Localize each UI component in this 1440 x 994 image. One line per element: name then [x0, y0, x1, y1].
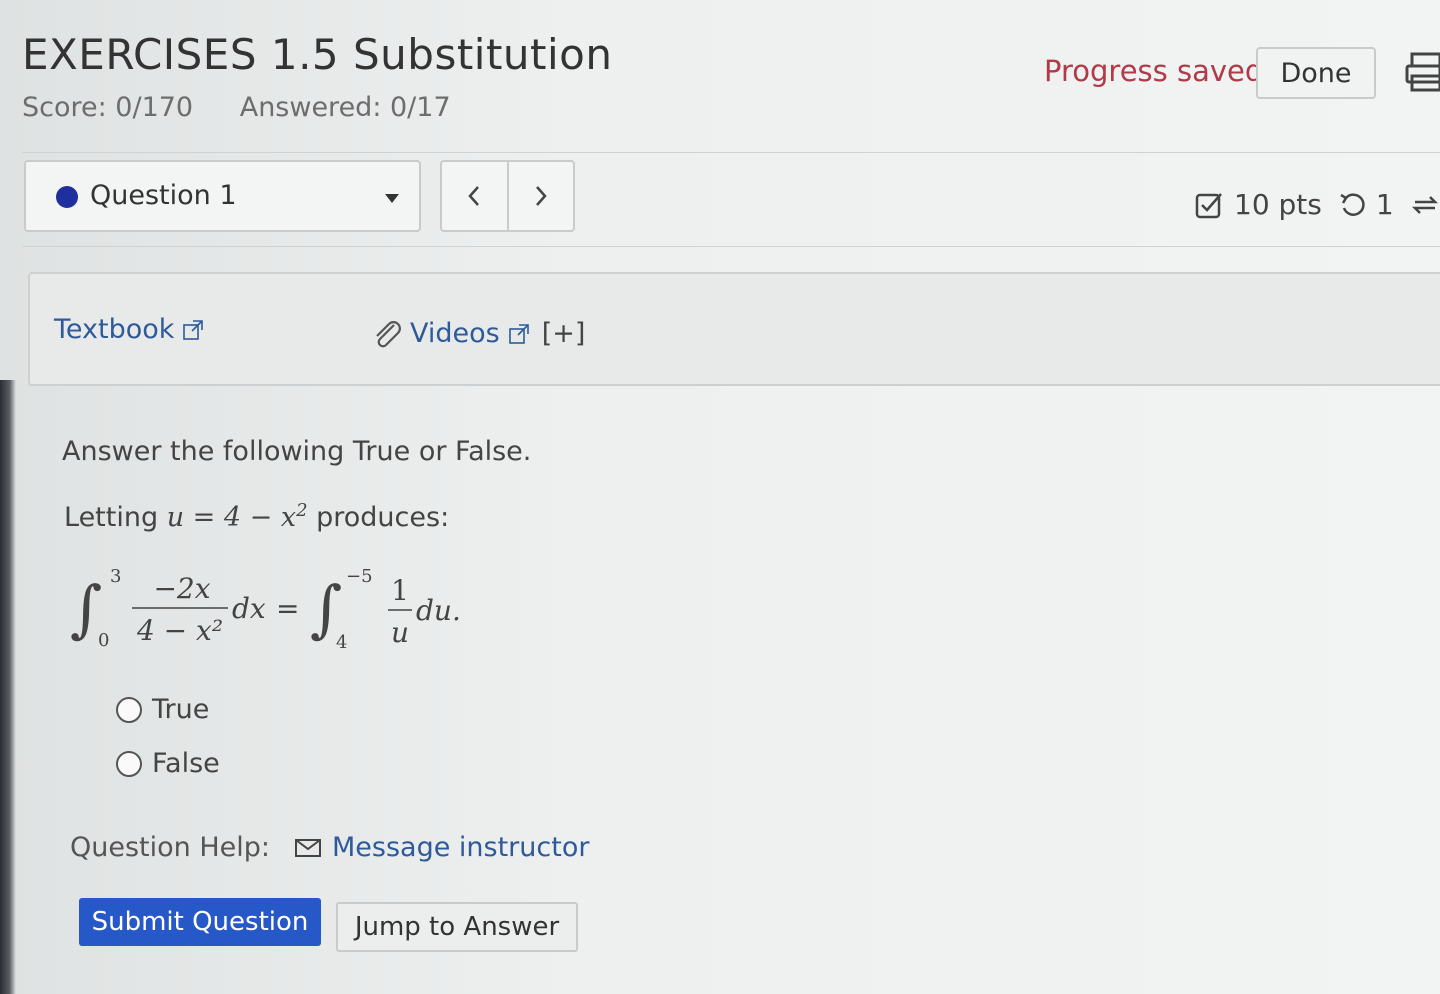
option-false[interactable]: False: [116, 748, 220, 779]
rhs-numerator: 1: [391, 574, 409, 607]
screen-edge-shadow: [0, 380, 16, 994]
score-line: Score: 0/170 Answered: 0/17: [22, 92, 489, 123]
rhs-differential: du.: [416, 594, 461, 627]
lhs-lower-limit: 0: [98, 630, 109, 651]
jump-to-answer-button[interactable]: Jump to Answer: [336, 902, 578, 952]
question-pager: [440, 160, 575, 232]
expand-videos-toggle[interactable]: [+]: [542, 318, 586, 349]
question-select-label: Question 1: [90, 180, 237, 211]
videos-label: Videos: [410, 318, 500, 349]
lhs-numerator: −2x: [153, 572, 210, 605]
integral-equation: ∫ 3 0 −2x 4 − x² dx = ∫ −5 4 1 u du.: [70, 566, 461, 653]
retry-icon[interactable]: [1338, 190, 1368, 220]
status-dot-icon: [56, 186, 78, 208]
paperclip-icon: [376, 320, 401, 347]
substitution-line: Letting u = 4 − x2 produces:: [64, 500, 449, 533]
score-text: Score: 0/170: [22, 92, 194, 123]
letting-suffix: produces:: [316, 502, 450, 533]
videos-link[interactable]: Videos [+]: [370, 318, 585, 349]
external-link-icon: [183, 319, 204, 340]
message-instructor-link[interactable]: Message instructor: [332, 832, 589, 863]
textbook-link[interactable]: Textbook: [54, 314, 204, 345]
rhs-lower-limit: 4: [336, 632, 347, 653]
page-title: EXERCISES 1.5 Substitution: [22, 30, 613, 79]
resources-panel: Textbook Videos [+]: [28, 272, 1440, 386]
answered-text: Answered: 0/17: [239, 92, 451, 123]
rhs-upper-limit: −5: [346, 566, 373, 587]
radio-false[interactable]: [116, 750, 142, 777]
swap-icon[interactable]: [1410, 190, 1440, 220]
lhs-differential: dx: [232, 592, 266, 625]
lhs-denominator: 4 − x²: [136, 614, 223, 647]
equals-sign: =: [276, 592, 299, 625]
external-link-icon: [508, 323, 529, 344]
question-help: Question Help: Message instructor: [70, 832, 589, 863]
chevron-left-icon: [468, 186, 480, 206]
lhs-upper-limit: 3: [110, 566, 121, 587]
done-button[interactable]: Done: [1256, 47, 1376, 99]
option-true[interactable]: True: [116, 694, 209, 725]
question-select[interactable]: Question 1: [24, 160, 421, 232]
progress-status: Progress saved: [1044, 54, 1264, 88]
points-value: 10 pts: [1234, 188, 1322, 221]
page: EXERCISES 1.5 Substitution Score: 0/170 …: [0, 0, 1440, 994]
substitution-exponent: 2: [296, 500, 308, 521]
rhs-denominator: u: [391, 616, 409, 649]
attempts-count: 1: [1375, 188, 1394, 221]
textbook-label: Textbook: [54, 314, 175, 345]
print-icon[interactable]: [1404, 50, 1440, 94]
chevron-right-icon: [535, 186, 547, 206]
option-false-label: False: [152, 748, 220, 779]
question-instruction: Answer the following True or False.: [62, 436, 532, 467]
divider: [22, 246, 1440, 247]
envelope-icon: [295, 838, 321, 857]
checkbox-edit-icon: [1195, 192, 1222, 218]
question-help-label: Question Help:: [70, 832, 270, 863]
substitution-expression: u = 4 − x: [166, 502, 297, 533]
next-question-button[interactable]: [506, 162, 574, 230]
previous-question-button[interactable]: [442, 162, 507, 230]
letting-prefix: Letting: [64, 502, 159, 533]
chevron-down-icon: [385, 194, 399, 203]
points-info: 10 pts 1: [1194, 188, 1440, 221]
radio-true[interactable]: [116, 696, 142, 723]
divider: [22, 152, 1440, 153]
submit-question-button[interactable]: Submit Question: [79, 898, 321, 946]
option-true-label: True: [152, 694, 210, 725]
